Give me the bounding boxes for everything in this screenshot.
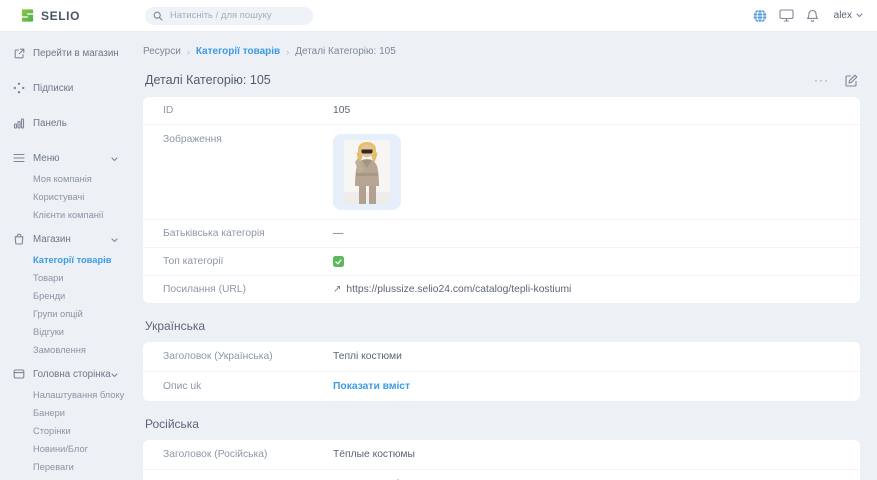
detail-row-image: Зображення	[143, 125, 860, 220]
category-details-card: ID 105 Зображення	[143, 97, 860, 303]
sidebar-label: Головна сторінка	[33, 369, 111, 380]
chevron-down-icon	[856, 13, 863, 18]
notifications-bell-icon[interactable]	[805, 8, 820, 23]
sidebar-item-reviews[interactable]: Відгуки	[33, 327, 130, 337]
logo[interactable]: SELIO	[0, 8, 131, 23]
ru-title-value: Тёплые костюмы	[333, 449, 415, 460]
menu-sub-list: Моя компанія Користувачі Клієнти компані…	[12, 174, 130, 220]
sidebar-item-advantages[interactable]: Переваги	[33, 462, 130, 472]
topbar: SELIO alex	[0, 0, 877, 32]
breadcrumb-product-categories[interactable]: Категорії товарів	[196, 46, 280, 57]
field-label: ID	[163, 105, 333, 116]
detail-row-url: Посилання (URL) ↗ https://plussize.selio…	[143, 276, 860, 303]
sidebar-group-menu[interactable]: Меню	[12, 151, 130, 165]
main-content: Ресурси › Категорії товарів › Деталі Кат…	[130, 32, 877, 480]
search-icon	[153, 11, 163, 21]
field-label: Зображення	[163, 134, 333, 145]
external-arrow-icon: ↗	[333, 285, 341, 295]
sidebar-item-orders[interactable]: Замовлення	[33, 345, 130, 355]
bar-chart-icon	[12, 116, 26, 130]
url-text: https://plussize.selio24.com/catalog/tep…	[346, 284, 571, 295]
sidebar-group-shop[interactable]: Магазин	[12, 232, 130, 246]
field-label: Батьківська категорія	[163, 228, 333, 239]
page-title: Деталі Категорію: 105	[145, 73, 271, 87]
sidebar-item-news-blog[interactable]: Новини/Блог	[33, 444, 130, 454]
ellipsis-icon: ···	[814, 73, 829, 87]
checkmark-icon	[335, 259, 342, 265]
edit-button[interactable]	[845, 74, 858, 87]
sidebar-label: Перейти в магазин	[33, 48, 119, 59]
sidebar-item-brands[interactable]: Бренди	[33, 291, 130, 301]
sidebar-item-company-clients[interactable]: Клієнти компанії	[33, 210, 130, 220]
sidebar-label: Панель	[33, 118, 67, 129]
homepage-icon	[12, 367, 26, 381]
top-category-checkbox[interactable]	[333, 256, 344, 267]
sidebar-label: Підписки	[33, 83, 73, 94]
sidebar-label: Меню	[33, 153, 59, 164]
field-label: Топ категорії	[163, 256, 333, 267]
breadcrumb-separator: ›	[187, 47, 190, 57]
subscriptions-icon	[12, 81, 26, 95]
language-globe-icon[interactable]	[753, 8, 768, 23]
breadcrumb-current: Деталі Категорію: 105	[295, 46, 396, 57]
field-value-id: 105	[333, 105, 350, 116]
field-label: Заголовок (Українська)	[163, 351, 333, 362]
uk-show-content-link[interactable]: Показати вміст	[333, 381, 410, 392]
menu-icon	[12, 151, 26, 165]
ru-description-row: Опис ru Показати вміст	[143, 470, 860, 480]
global-search[interactable]	[145, 7, 313, 25]
sidebar-item-banners[interactable]: Банери	[33, 408, 130, 418]
chevron-down-icon	[111, 154, 118, 165]
selio-logo-icon	[20, 8, 35, 23]
search-input[interactable]	[168, 9, 305, 22]
sidebar-item-block-settings[interactable]: Налаштування блоку	[33, 390, 130, 400]
sidebar-item-users[interactable]: Користувачі	[33, 192, 130, 202]
field-label: Опис uk	[163, 381, 333, 392]
sidebar-item-pages[interactable]: Сторінки	[33, 426, 130, 436]
ru-title-row: Заголовок (Російська) Тёплые костюмы	[143, 440, 860, 470]
category-photo	[344, 140, 390, 204]
field-label: Посилання (URL)	[163, 284, 333, 295]
sidebar-item-panel[interactable]: Панель	[12, 116, 130, 130]
username: alex	[834, 10, 852, 21]
sidebar-label: Магазин	[33, 234, 71, 245]
detail-row-parent-category: Батьківська категорія —	[143, 220, 860, 248]
russian-card: Заголовок (Російська) Тёплые костюмы Опи…	[143, 440, 860, 480]
sidebar-item-product-categories[interactable]: Категорії товарів	[33, 255, 130, 265]
detail-row-id: ID 105	[143, 97, 860, 125]
section-title-russian: Російська	[145, 417, 858, 431]
breadcrumb-separator: ›	[286, 47, 289, 57]
ukrainian-card: Заголовок (Українська) Теплі костюми Опи…	[143, 342, 860, 401]
logo-text: SELIO	[41, 9, 80, 23]
category-image-thumbnail[interactable]	[333, 134, 401, 210]
sidebar-group-homepage[interactable]: Головна сторінка	[12, 367, 130, 381]
section-title-ukrainian: Українська	[145, 319, 858, 333]
breadcrumb-resources[interactable]: Ресурси	[143, 46, 181, 57]
chevron-down-icon	[111, 235, 118, 246]
user-menu[interactable]: alex	[834, 10, 863, 21]
sidebar-item-products[interactable]: Товари	[33, 273, 130, 283]
shop-sub-list: Категорії товарів Товари Бренди Групи оп…	[12, 255, 130, 355]
uk-title-value: Теплі костюми	[333, 351, 402, 362]
category-url-link[interactable]: ↗ https://plussize.selio24.com/catalog/t…	[333, 284, 571, 295]
sidebar-item-option-groups[interactable]: Групи опцій	[33, 309, 130, 319]
uk-title-row: Заголовок (Українська) Теплі костюми	[143, 342, 860, 372]
more-actions-button[interactable]: ···	[814, 76, 829, 84]
sidebar: Перейти в магазин Підписки Панель	[0, 32, 130, 480]
uk-description-row: Опис uk Показати вміст	[143, 372, 860, 401]
breadcrumb: Ресурси › Категорії товарів › Деталі Кат…	[143, 46, 860, 57]
detail-row-top-category: Топ категорії	[143, 248, 860, 276]
homepage-sub-list: Налаштування блоку Банери Сторінки Новин…	[12, 390, 130, 472]
edit-pencil-icon	[845, 74, 858, 87]
sidebar-item-go-to-store[interactable]: Перейти в магазин	[12, 46, 130, 60]
sidebar-item-my-company[interactable]: Моя компанія	[33, 174, 130, 184]
shopping-bag-icon	[12, 232, 26, 246]
field-label: Заголовок (Російська)	[163, 449, 333, 460]
external-link-icon	[12, 46, 26, 60]
field-value-parent: —	[333, 228, 343, 239]
chevron-down-icon	[111, 370, 118, 381]
display-icon[interactable]	[779, 8, 794, 23]
sidebar-item-subscriptions[interactable]: Підписки	[12, 81, 130, 95]
